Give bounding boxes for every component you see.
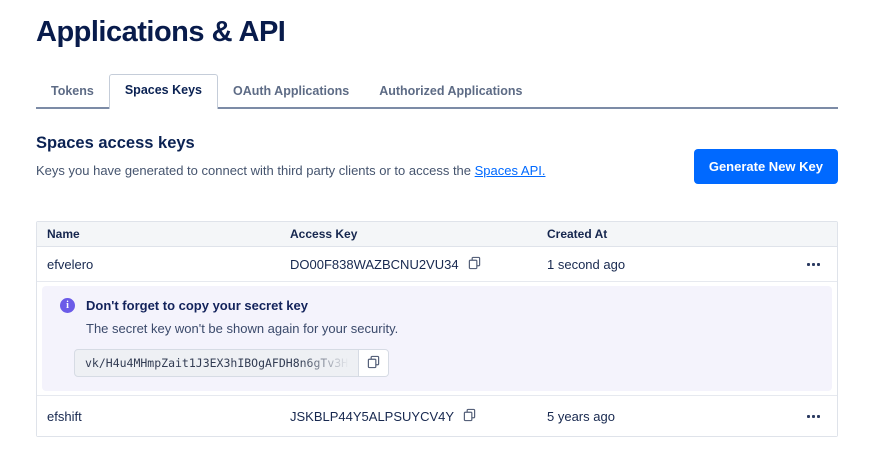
tab-oauth-applications[interactable]: OAuth Applications (218, 76, 364, 107)
generate-new-key-button[interactable]: Generate New Key (694, 149, 838, 184)
tab-tokens[interactable]: Tokens (36, 76, 109, 107)
access-key-cell: DO00F838WAZBCNU2VU34 (280, 256, 537, 273)
column-header-access-key: Access Key (280, 227, 537, 241)
key-name: efshift (37, 409, 280, 424)
row-menu-button[interactable] (789, 263, 837, 266)
key-name: efvelero (37, 257, 280, 272)
info-icon: i (60, 298, 75, 313)
tab-spaces-keys[interactable]: Spaces Keys (109, 74, 218, 109)
spaces-api-link[interactable]: Spaces API. (475, 163, 546, 178)
access-key-value: DO00F838WAZBCNU2VU34 (290, 257, 459, 272)
notice-header: i Don't forget to copy your secret key (60, 298, 814, 313)
section-header: Spaces access keys Keys you have generat… (36, 109, 838, 184)
table-header-row: Name Access Key Created At (37, 222, 837, 247)
row-menu-button[interactable] (789, 415, 837, 418)
table-row: efvelero DO00F838WAZBCNU2VU34 1 second a… (37, 247, 837, 282)
table-row: efshift JSKBLP44Y5ALPSUYCV4Y 5 years ago (37, 396, 837, 436)
secret-key-field: vk/H4u4MHmpZait1J3EX3hIBOgAFDH8n6gTv3H (74, 349, 389, 377)
copy-icon (463, 408, 476, 425)
column-header-name: Name (37, 227, 280, 241)
copy-secret-key-button[interactable] (358, 350, 388, 376)
secret-key-notice-row: i Don't forget to copy your secret key T… (37, 282, 837, 396)
more-options-icon (807, 415, 820, 418)
section-heading: Spaces access keys (36, 134, 545, 153)
tab-authorized-applications[interactable]: Authorized Applications (364, 76, 537, 107)
created-at-value: 1 second ago (537, 257, 789, 272)
notice-subtitle: The secret key won't be shown again for … (86, 321, 814, 336)
copy-icon (468, 256, 481, 273)
column-header-created-at: Created At (537, 227, 789, 241)
secret-key-value: vk/H4u4MHmpZait1J3EX3hIBOgAFDH8n6gTv3H (75, 350, 358, 376)
copy-access-key-button[interactable] (468, 256, 481, 273)
section-header-text: Spaces access keys Keys you have generat… (36, 109, 545, 178)
section-description-text: Keys you have generated to connect with … (36, 163, 475, 178)
secret-key-notice: i Don't forget to copy your secret key T… (42, 286, 832, 391)
created-at-value: 5 years ago (537, 409, 789, 424)
spaces-keys-table: Name Access Key Created At efvelero DO00… (36, 221, 838, 437)
tab-bar: Tokens Spaces Keys OAuth Applications Au… (36, 74, 838, 109)
copy-icon (367, 355, 380, 372)
access-key-cell: JSKBLP44Y5ALPSUYCV4Y (280, 408, 537, 425)
page-container: Applications & API Tokens Spaces Keys OA… (0, 16, 889, 437)
access-key-value: JSKBLP44Y5ALPSUYCV4Y (290, 409, 454, 424)
section-description: Keys you have generated to connect with … (36, 163, 545, 178)
copy-access-key-button[interactable] (463, 408, 476, 425)
notice-title: Don't forget to copy your secret key (86, 298, 308, 313)
page-title: Applications & API (36, 16, 838, 49)
more-options-icon (807, 263, 820, 266)
